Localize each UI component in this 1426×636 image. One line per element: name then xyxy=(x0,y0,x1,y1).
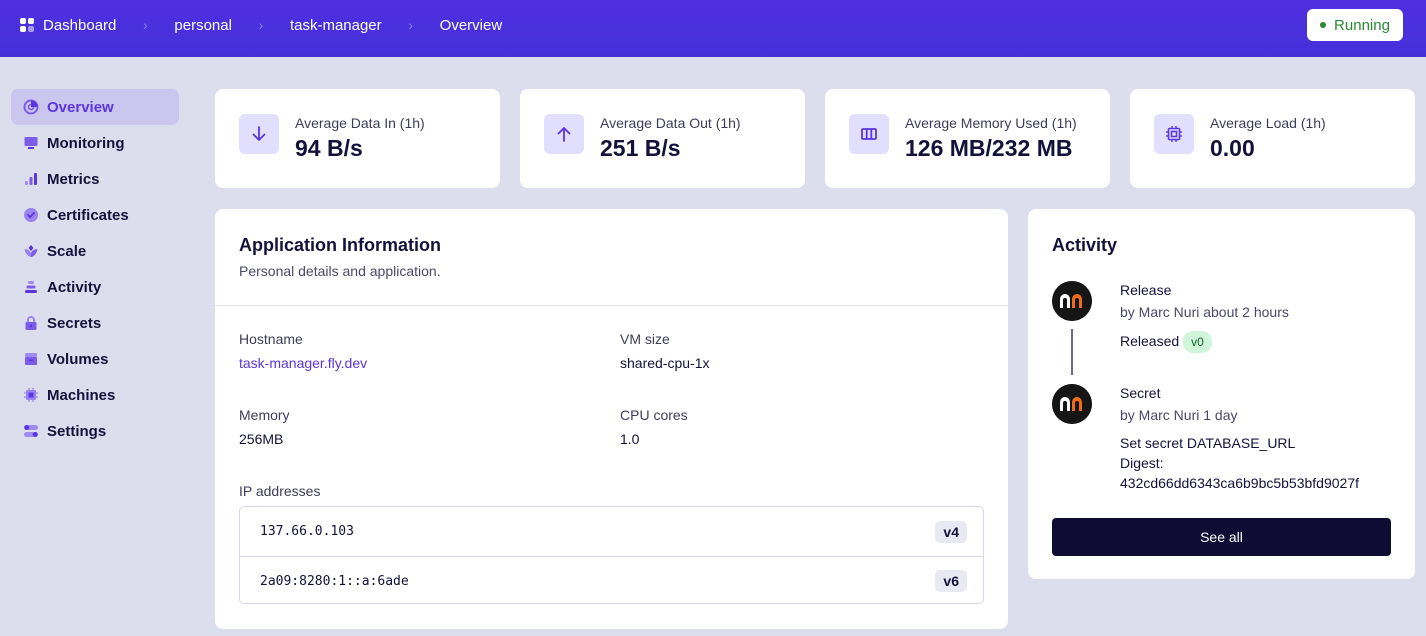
cpu-icon xyxy=(1154,114,1194,154)
ip-version-badge: v4 xyxy=(935,520,967,543)
cpu-cores-value: 1.0 xyxy=(620,431,640,447)
activity-card: Activity Release by Marc Nuri about 2 ho… xyxy=(1028,209,1415,579)
arrow-up-icon xyxy=(544,114,584,154)
stat-card-data-in: Average Data In (1h) 94 B/s xyxy=(215,89,500,188)
dashboard-grid-icon xyxy=(20,18,34,32)
sidebar-item-certificates[interactable]: Certificates xyxy=(11,197,179,233)
activity-event-text: Released xyxy=(1120,333,1180,349)
stat-value: 94 B/s xyxy=(295,135,363,161)
cpu-cores-label: CPU cores xyxy=(620,407,688,423)
scale-icon xyxy=(23,243,39,259)
avatar xyxy=(1052,281,1092,321)
sidebar-item-label: Certificates xyxy=(47,206,129,224)
sidebar-item-activity[interactable]: Activity xyxy=(11,269,179,305)
sidebar-item-label: Overview xyxy=(47,98,114,116)
activity-event-meta: by Marc Nuri 1 day xyxy=(1120,407,1238,423)
ip-row: 137.66.0.103 v4 xyxy=(240,507,983,556)
status-dot-icon xyxy=(1320,22,1327,28)
divider xyxy=(215,305,1008,306)
ip-version-badge: v6 xyxy=(935,570,967,592)
sidebar-item-label: Scale xyxy=(47,242,87,260)
status-badge: Running xyxy=(1307,9,1403,41)
memory-value: 256MB xyxy=(239,431,284,447)
monitor-icon xyxy=(23,135,39,151)
breadcrumb: Dashboard › personal › task-manager › Ov… xyxy=(20,0,502,50)
digest-value: 432cd66dd6343ca6b9bc5b53bfd9027f xyxy=(1120,475,1360,491)
stat-value: 0.00 xyxy=(1210,135,1255,161)
activity-event-body: Set secret DATABASE_URL Digest: 432cd66d… xyxy=(1120,433,1359,493)
breadcrumb-personal[interactable]: personal xyxy=(174,17,232,34)
sidebar-item-label: Metrics xyxy=(47,170,100,188)
hostname-link[interactable]: task-manager.fly.dev xyxy=(239,355,367,371)
activity-event-meta: by Marc Nuri about 2 hours xyxy=(1120,304,1289,320)
breadcrumb-overview[interactable]: Overview xyxy=(440,17,503,34)
metrics-icon xyxy=(23,171,39,187)
memory-icon xyxy=(849,114,889,154)
timeline-connector xyxy=(1071,329,1073,375)
lock-icon xyxy=(23,315,39,331)
breadcrumb-separator: › xyxy=(143,17,148,33)
card-subtitle: Personal details and application. xyxy=(239,263,441,279)
sidebar-item-secrets[interactable]: Secrets xyxy=(11,305,179,341)
breadcrumb-separator: › xyxy=(258,17,264,33)
stat-value: 251 B/s xyxy=(600,135,681,161)
sidebar-item-settings[interactable]: Settings xyxy=(11,413,179,449)
sidebar-item-label: Settings xyxy=(47,422,107,440)
sidebar-item-scale[interactable]: Scale xyxy=(11,233,179,269)
see-all-button[interactable]: See all xyxy=(1052,518,1391,556)
ip-row: 2a09:8280:1::a:6ade v6 xyxy=(240,556,983,605)
release-version-badge: v0 xyxy=(1183,331,1212,353)
breadcrumb-separator: › xyxy=(408,17,413,33)
stat-label: Average Memory Used (1h) xyxy=(905,115,1077,131)
sidebar-item-volumes[interactable]: Volumes xyxy=(11,341,179,377)
card-title: Application Information xyxy=(239,235,441,255)
activity-event-type: Release xyxy=(1120,282,1172,298)
activity-event-text: Digest: xyxy=(1120,455,1164,471)
stat-card-memory: Average Memory Used (1h) 126 MB/232 MB xyxy=(825,89,1110,188)
stat-label: Average Data Out (1h) xyxy=(600,115,741,131)
arrow-down-icon xyxy=(239,114,279,154)
ip-address: 2a09:8280:1::a:6ade xyxy=(260,573,409,589)
ip-addresses-label: IP addresses xyxy=(239,483,321,499)
chip-icon xyxy=(23,387,39,403)
status-label: Running xyxy=(1334,16,1390,34)
application-info-card: Application Information Personal details… xyxy=(215,209,1008,629)
stat-card-load: Average Load (1h) 0.00 xyxy=(1130,89,1415,188)
stat-label: Average Data In (1h) xyxy=(295,115,425,131)
stat-value: 126 MB/232 MB xyxy=(905,135,1073,161)
sidebar-item-label: Volumes xyxy=(47,350,109,368)
activity-event-type: Secret xyxy=(1120,385,1161,401)
stat-card-data-out: Average Data Out (1h) 251 B/s xyxy=(520,89,805,188)
overview-icon xyxy=(23,99,39,115)
top-bar: Dashboard › personal › task-manager › Ov… xyxy=(0,0,1426,57)
hostname-value: task-manager.fly.dev xyxy=(239,355,367,371)
sidebar: Overview Monitoring Metrics Certificates… xyxy=(11,89,179,449)
sidebar-item-label: Monitoring xyxy=(47,134,125,152)
ip-address: 137.66.0.103 xyxy=(260,524,354,539)
ip-address-list: 137.66.0.103 v4 2a09:8280:1::a:6ade v6 xyxy=(239,506,984,604)
breadcrumb-task-manager[interactable]: task-manager xyxy=(290,17,382,34)
stat-label: Average Load (1h) xyxy=(1210,115,1326,131)
certificate-icon xyxy=(23,207,39,223)
breadcrumb-dashboard[interactable]: Dashboard xyxy=(43,17,116,34)
sidebar-item-metrics[interactable]: Metrics xyxy=(11,161,179,197)
vm-size-label: VM size xyxy=(620,331,670,347)
activity-icon xyxy=(23,279,39,295)
activity-event-body: Released v0 xyxy=(1120,331,1212,353)
hostname-label: Hostname xyxy=(239,331,303,347)
sidebar-item-machines[interactable]: Machines xyxy=(11,377,179,413)
card-title: Activity xyxy=(1052,235,1118,255)
sidebar-item-overview[interactable]: Overview xyxy=(11,89,179,125)
avatar xyxy=(1052,384,1092,424)
sidebar-item-label: Machines xyxy=(47,386,116,404)
sidebar-item-label: Secrets xyxy=(47,314,102,332)
activity-event-text: Set secret DATABASE_URL xyxy=(1120,435,1296,451)
memory-label: Memory xyxy=(239,407,290,423)
volume-icon xyxy=(23,351,39,367)
settings-toggle-icon xyxy=(23,423,39,439)
vm-size-value: shared-cpu-1x xyxy=(620,355,710,371)
sidebar-item-label: Activity xyxy=(47,278,102,296)
sidebar-item-monitoring[interactable]: Monitoring xyxy=(11,125,179,161)
